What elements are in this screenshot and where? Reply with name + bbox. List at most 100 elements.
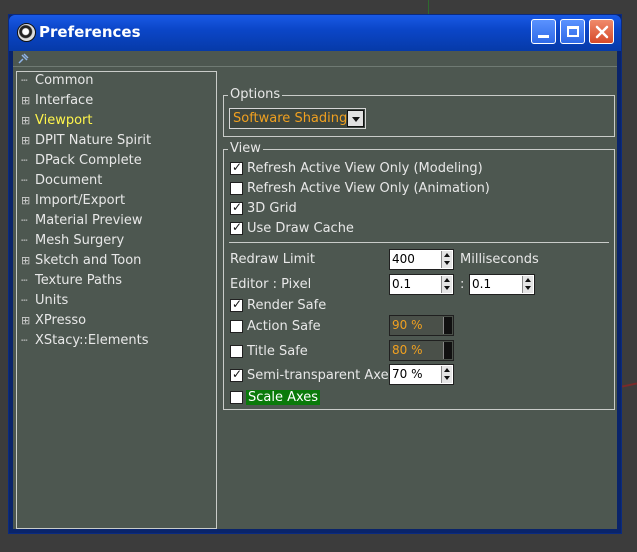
tree-item-dpack-complete[interactable]: ┄ DPack Complete — [21, 153, 142, 171]
tree-connector-icon: ┄ — [21, 334, 28, 347]
expand-icon[interactable]: ⊞ — [21, 134, 35, 147]
tree-item-label: Import/Export — [35, 193, 126, 208]
scale-axes-checkbox[interactable] — [230, 391, 243, 404]
editor-pixel-label: Editor : Pixel — [230, 277, 312, 292]
draw-cache-checkbox[interactable]: ✓ — [230, 220, 243, 235]
preferences-window: Preferences ┄ Common ⊞ Interface ⊞ Viewport ⊞ D… — [8, 14, 622, 534]
grid-3d-checkbox[interactable]: ✓ — [230, 200, 243, 215]
expand-icon[interactable]: ⊞ — [21, 114, 35, 127]
tree-item-units[interactable]: ┄ Units — [21, 293, 68, 311]
semi-axes-input[interactable]: 70 % — [389, 364, 454, 385]
tree-connector-icon: ┄ — [21, 74, 28, 87]
title-safe-input: 80 % — [389, 340, 454, 361]
check-icon: ✓ — [232, 200, 243, 214]
tree-item-label: XPresso — [35, 313, 87, 328]
editor-pixel-y-value: 0.1 — [472, 277, 492, 291]
options-group-label: Options — [228, 87, 283, 102]
action-safe-label: Action Safe — [247, 319, 321, 334]
tree-item-dpit-nature-spirit[interactable]: ⊞ DPIT Nature Spirit — [21, 133, 151, 151]
tree-connector-icon: ┄ — [21, 174, 28, 187]
tree-item-label: Mesh Surgery — [35, 233, 125, 248]
tree-item-label: Interface — [35, 93, 94, 108]
editor-pixel-y-spinner[interactable] — [522, 276, 533, 293]
window-client-area: ┄ Common ⊞ Interface ⊞ Viewport ⊞ DPIT Nature S… — [13, 51, 617, 529]
shading-dropdown-value: Software Shading — [233, 111, 348, 126]
tree-item-document[interactable]: ┄ Document — [21, 173, 102, 191]
refresh-animation-label: Refresh Active View Only (Animation) — [247, 181, 490, 196]
tree-item-label: Common — [35, 73, 94, 88]
semi-axes-checkbox[interactable]: ✓ — [230, 367, 243, 382]
redraw-limit-spinner[interactable] — [441, 251, 452, 268]
options-group: Options Software Shading — [223, 87, 615, 137]
action-safe-checkbox[interactable] — [230, 320, 243, 333]
tree-item-texture-paths[interactable]: ┄ Texture Paths — [21, 273, 122, 291]
check-icon: ✓ — [232, 297, 243, 311]
editor-pixel-x-spinner[interactable] — [441, 276, 452, 293]
tree-connector-icon: ┄ — [21, 214, 28, 227]
tree-item-xstacy-elements[interactable]: ┄ XStacy::Elements — [21, 333, 148, 351]
tree-item-common[interactable]: ┄ Common — [21, 73, 94, 91]
editor-pixel-separator: : — [460, 277, 465, 292]
tree-connector-icon: ┄ — [21, 294, 28, 307]
app-icon — [17, 23, 36, 42]
preferences-tree[interactable]: ┄ Common ⊞ Interface ⊞ Viewport ⊞ DPIT Nature S… — [16, 71, 217, 529]
redraw-limit-label: Redraw Limit — [230, 252, 316, 267]
window-title: Preferences — [39, 23, 141, 41]
editor-pixel-y-input[interactable]: 0.1 — [469, 274, 535, 295]
refresh-animation-checkbox[interactable] — [230, 182, 243, 195]
tree-connector-icon: ┄ — [21, 234, 28, 247]
tree-item-interface[interactable]: ⊞ Interface — [21, 93, 93, 111]
tree-item-import-export[interactable]: ⊞ Import/Export — [21, 193, 125, 211]
tree-item-label: XStacy::Elements — [35, 333, 149, 348]
scale-axes-label: Scale Axes — [246, 390, 321, 405]
tree-item-sketch-and-toon[interactable]: ⊞ Sketch and Toon — [21, 253, 141, 271]
refresh-modeling-label: Refresh Active View Only (Modeling) — [247, 161, 483, 176]
tree-item-mesh-surgery[interactable]: ┄ Mesh Surgery — [21, 233, 124, 251]
action-safe-input: 90 % — [389, 315, 454, 336]
title-bar[interactable]: Preferences — [9, 15, 621, 51]
tree-item-label: Document — [35, 173, 103, 188]
tree-item-label: Viewport — [35, 113, 93, 128]
tree-item-material-preview[interactable]: ┄ Material Preview — [21, 213, 143, 231]
tree-item-label: Sketch and Toon — [35, 253, 142, 268]
tree-connector-icon: ┄ — [21, 154, 28, 167]
close-button[interactable] — [589, 19, 614, 44]
minimize-icon — [538, 34, 549, 38]
render-safe-checkbox[interactable]: ✓ — [230, 297, 243, 312]
view-group-label: View — [228, 141, 263, 156]
expand-icon[interactable]: ⊞ — [21, 314, 35, 327]
close-icon — [595, 25, 608, 38]
refresh-modeling-checkbox[interactable]: ✓ — [230, 160, 243, 175]
expand-icon[interactable]: ⊞ — [21, 194, 35, 207]
minimize-button[interactable] — [531, 19, 556, 44]
redraw-limit-input[interactable]: 400 — [389, 249, 454, 270]
menu-separator — [13, 66, 617, 67]
tree-item-label: DPIT Nature Spirit — [35, 133, 152, 148]
action-safe-spinner — [443, 317, 452, 334]
tree-item-viewport[interactable]: ⊞ Viewport — [21, 113, 93, 131]
redraw-limit-value: 400 — [392, 252, 415, 266]
maximize-icon — [566, 26, 579, 37]
pin-icon — [18, 53, 29, 64]
title-safe-checkbox[interactable] — [230, 345, 243, 358]
title-safe-value: 80 % — [392, 343, 423, 357]
maximize-button[interactable] — [560, 19, 585, 44]
semi-axes-spinner[interactable] — [441, 366, 452, 383]
view-divider — [229, 242, 609, 243]
chevron-down-icon[interactable] — [347, 110, 364, 127]
expand-icon[interactable]: ⊞ — [21, 94, 35, 107]
expand-icon[interactable]: ⊞ — [21, 254, 35, 267]
tree-item-label: Texture Paths — [35, 273, 123, 288]
title-safe-spinner — [443, 342, 452, 359]
semi-axes-value: 70 % — [392, 367, 423, 381]
title-safe-label: Title Safe — [247, 344, 308, 359]
tree-item-label: DPack Complete — [35, 153, 142, 168]
render-safe-label: Render Safe — [247, 298, 327, 313]
editor-pixel-x-input[interactable]: 0.1 — [389, 274, 454, 295]
background-axis-line — [621, 382, 637, 388]
shading-dropdown[interactable]: Software Shading — [229, 108, 366, 129]
tree-item-label: Material Preview — [35, 213, 143, 228]
view-group: View ✓ Refresh Active View Only (Modelin… — [223, 141, 615, 410]
tree-connector-icon: ┄ — [21, 274, 28, 287]
tree-item-xpresso[interactable]: ⊞ XPresso — [21, 313, 86, 331]
